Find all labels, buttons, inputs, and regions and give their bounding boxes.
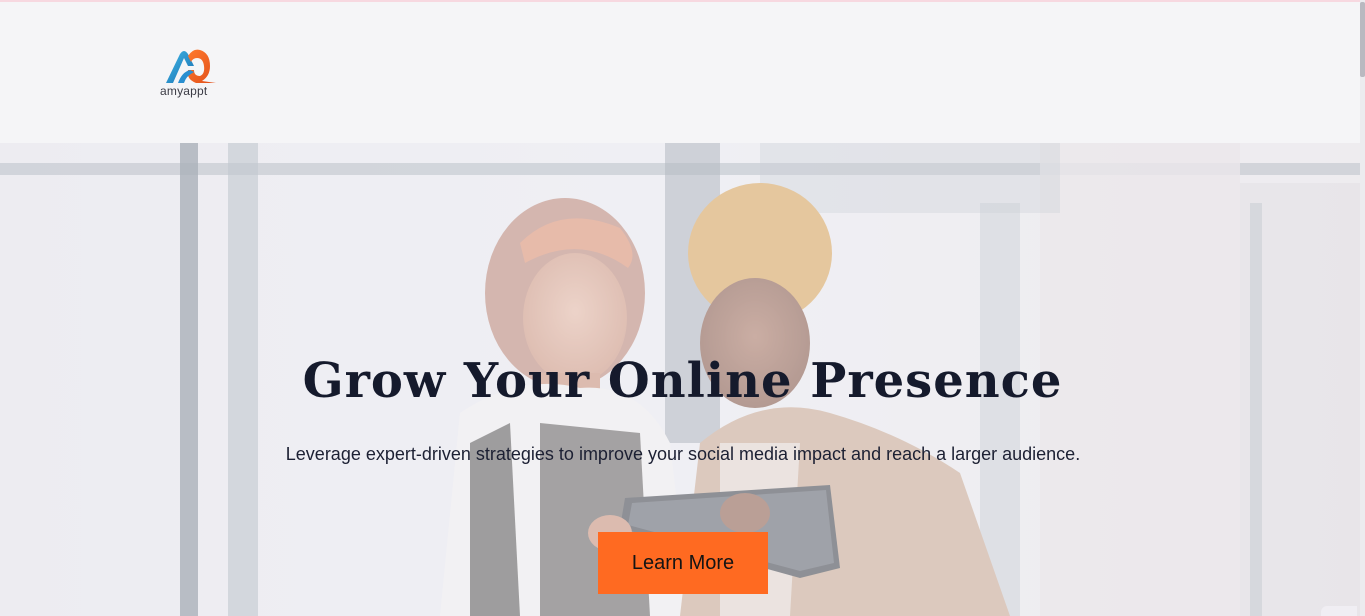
hero-subtitle: Leverage expert-driven strategies to imp…: [285, 444, 1081, 464]
hero-section: Grow Your Online Presence Leverage exper…: [0, 143, 1365, 616]
scrollbar[interactable]: [1360, 0, 1365, 616]
scrollbar-thumb[interactable]: [1360, 2, 1365, 77]
logo-link[interactable]: amyappt: [160, 46, 222, 102]
side-widget-button[interactable]: [1321, 606, 1357, 616]
hero-title: Grow Your Online Presence: [302, 353, 1063, 409]
logo-text: amyappt: [160, 84, 208, 98]
logo-icon: [166, 49, 216, 83]
page: amyappt Grow Your Online Presence Levera…: [0, 0, 1365, 616]
learn-more-button[interactable]: Learn More: [598, 532, 768, 594]
site-header: amyappt: [0, 2, 1365, 143]
